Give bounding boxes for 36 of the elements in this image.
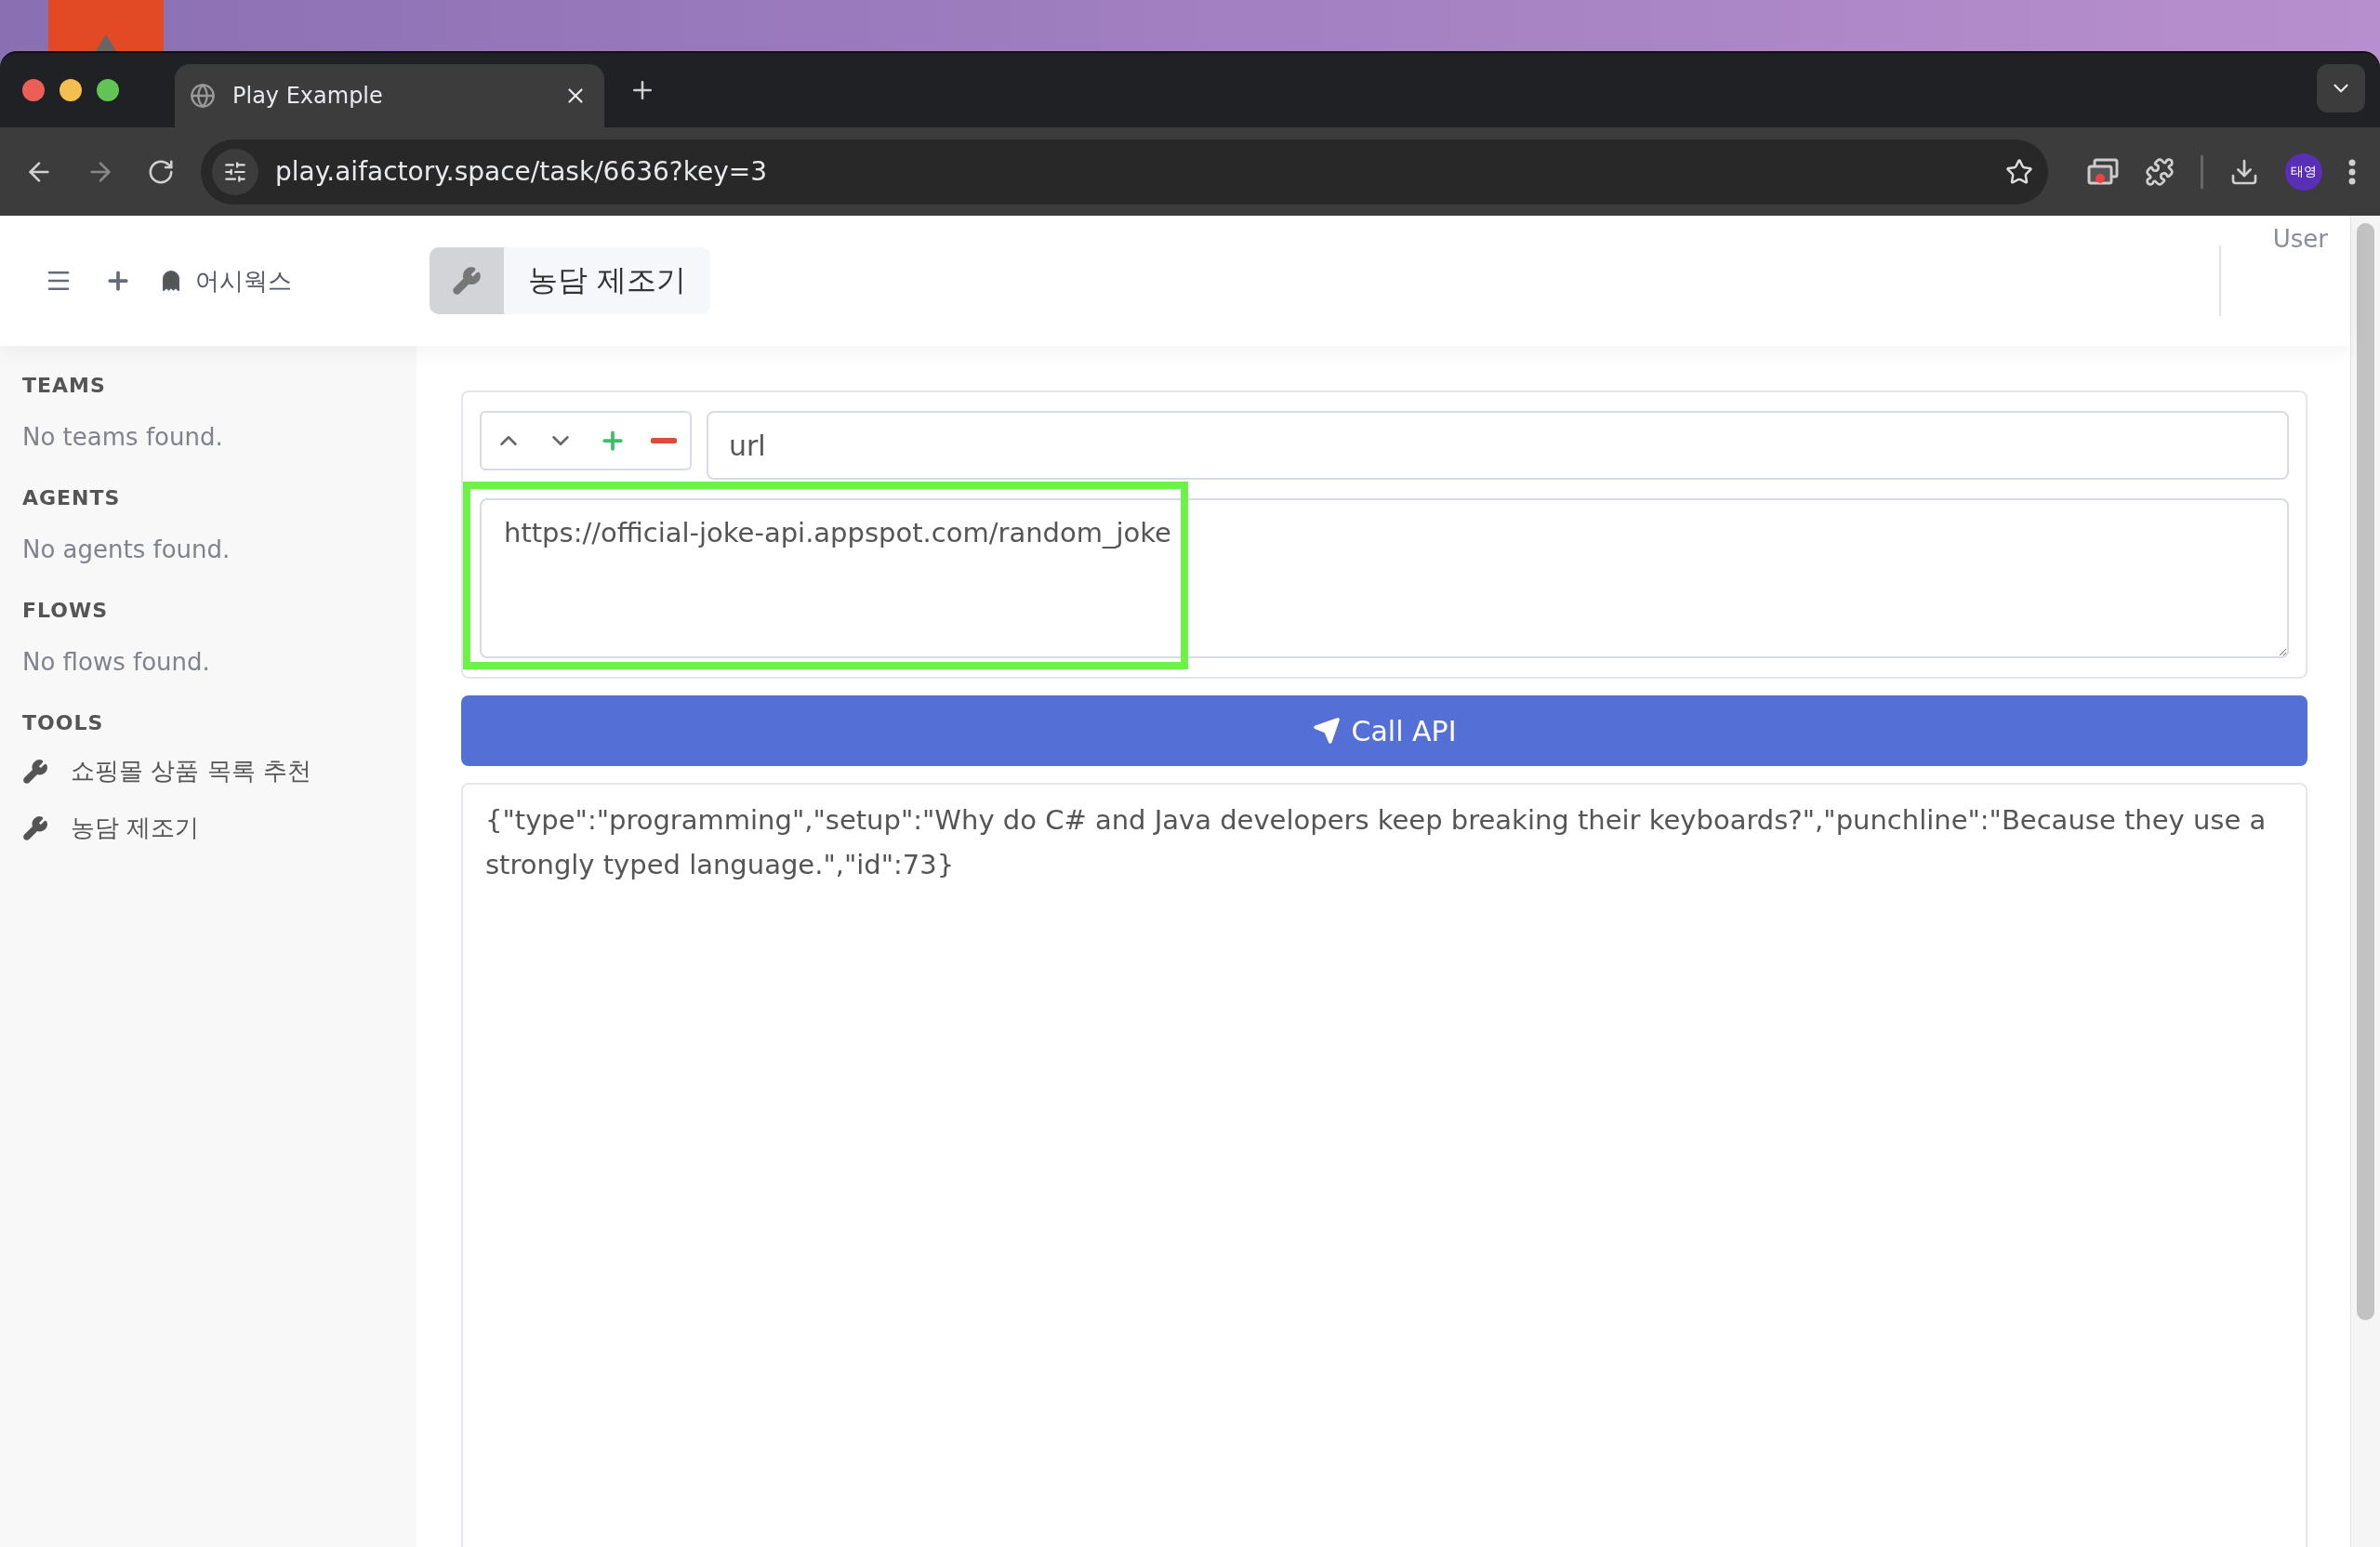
workspace-name[interactable]: 어시웍스 bbox=[195, 264, 292, 298]
paper-plane-icon bbox=[1312, 717, 1341, 745]
sliders-icon bbox=[223, 159, 247, 184]
section-heading: AGENTS bbox=[22, 486, 122, 509]
minus-icon bbox=[651, 438, 677, 443]
empty-message: No agents found. bbox=[22, 536, 231, 563]
empty-message: No teams found. bbox=[22, 423, 224, 451]
close-window-icon[interactable] bbox=[22, 79, 45, 101]
section-heading: TOOLS bbox=[22, 711, 105, 734]
empty-message: No flows found. bbox=[22, 648, 211, 676]
tool-link[interactable]: 농담 제조기 bbox=[22, 812, 394, 844]
site-settings-icon[interactable] bbox=[212, 148, 258, 195]
wrench-icon bbox=[22, 814, 48, 841]
profile-avatar[interactable]: 태영 bbox=[2285, 152, 2322, 191]
key-input-field[interactable]: url bbox=[707, 411, 2289, 480]
tab-list-button[interactable] bbox=[2317, 64, 2365, 112]
response-output: {"type":"programming","setup":"Why do C# and Java developers keep breaking their keyboards?","punchline":"Because they use a strongly typed language.","id":73} bbox=[461, 783, 2307, 1547]
section-heading: FLOWS bbox=[22, 599, 110, 622]
globe-icon bbox=[190, 83, 216, 109]
section-heading: TEAMS bbox=[22, 374, 107, 397]
bookmark-star-icon[interactable] bbox=[2005, 157, 2033, 186]
wrench-icon bbox=[22, 758, 48, 785]
windows-icon[interactable] bbox=[2087, 157, 2119, 186]
call-api-button[interactable]: Call API bbox=[461, 695, 2307, 766]
tool-link[interactable]: 쇼핑몰 상품 목록 추천 bbox=[22, 755, 394, 787]
minimize-window-icon[interactable] bbox=[60, 79, 82, 101]
wrench-icon bbox=[452, 266, 482, 296]
address-bar[interactable]: play.aifactory.space/task/6636?key=3 bbox=[201, 139, 2048, 205]
more-icon bbox=[2348, 158, 2356, 185]
ghost-icon bbox=[160, 270, 182, 292]
value-input-field[interactable]: https://official-joke-api.appspot.com/random_joke bbox=[480, 498, 2289, 658]
zoom-window-icon[interactable] bbox=[97, 79, 119, 101]
scrollbar-thumb[interactable] bbox=[2357, 223, 2374, 1320]
puzzle-icon bbox=[2145, 156, 2175, 187]
tool-title-chip: 농담 제조기 bbox=[430, 247, 711, 314]
browser-tab[interactable]: Play Example bbox=[175, 64, 604, 127]
